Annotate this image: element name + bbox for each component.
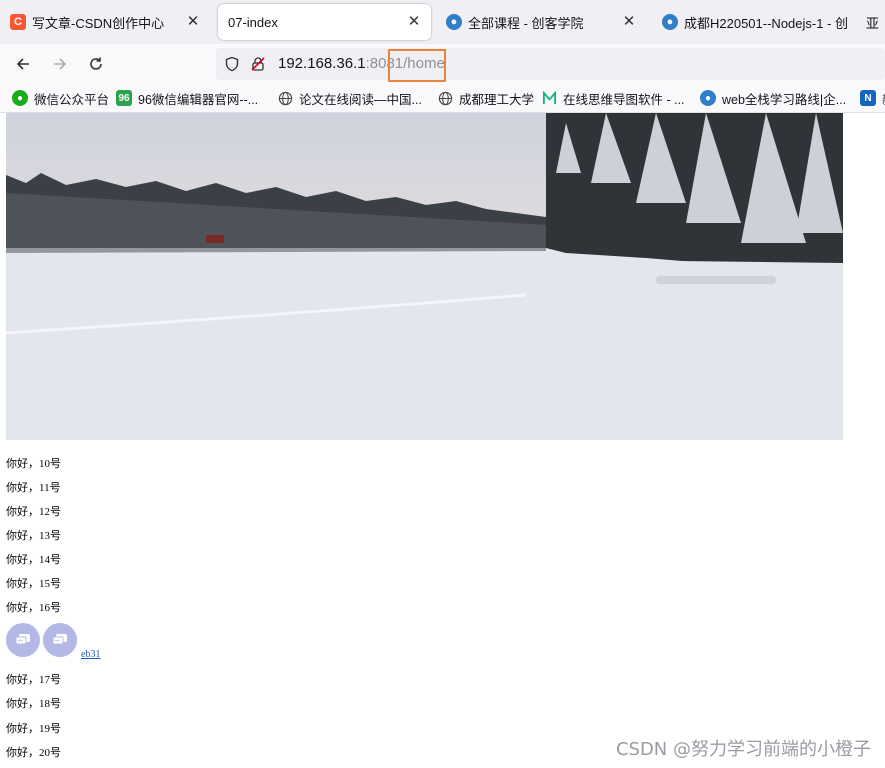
tab-strip: C 写文章-CSDN创作中心 ✕ 07-index ✕ ● 全部课程 - 创客学… [0,0,885,44]
mindmap-icon [541,90,557,106]
globe-icon [277,90,293,106]
watermark: CSDN @努力学习前端的小橙子 [615,739,871,760]
tab-partial[interactable]: 亚 [864,4,885,40]
tab-csdn[interactable]: C 写文章-CSDN创作中心 ✕ [0,4,210,40]
reload-icon [90,57,102,70]
tab-07-index[interactable]: 07-index ✕ [218,4,431,40]
greeting-line: 你好，19号 [6,723,61,735]
close-icon[interactable]: ✕ [620,13,638,31]
greeting-line: 你好，18号 [6,698,61,710]
url-path-highlight [388,49,446,82]
globe-icon [437,90,453,106]
bookmark-cdut[interactable]: 成都理工大学 [437,84,534,112]
tab-title: 亚 [866,15,880,31]
banner-image [6,113,843,440]
forward-button[interactable] [47,52,73,76]
url-host: 192.168.36.1 [278,55,366,72]
wechat-icon: ● [12,90,28,106]
tab-title: 全部课程 - 创客学院 [468,15,584,31]
bookmark-paper[interactable]: 论文在线阅读—中国... [277,84,422,112]
bookmark-label: 在线思维导图软件 - ... [563,92,685,107]
tab-title: 成都H220501--Nodejs-1 - 创 [684,15,849,31]
bookmark-label: 成都理工大学 [459,92,535,107]
bookmark-new[interactable]: N 新 [860,84,885,112]
bookmark-web-fullstack[interactable]: ● web全栈学习路线|企... [700,84,846,112]
back-button[interactable] [10,52,36,76]
greeting-line: 你好，12号 [6,506,61,518]
greeting-line: 你好，17号 [6,674,61,686]
bookmark-label: 96微信编辑器官网--... [138,92,259,107]
chat-avatar-icon[interactable] [6,623,40,657]
back-arrow-icon [16,58,29,70]
n-icon: N [860,90,876,106]
greeting-line: 你好，16号 [6,602,61,614]
chat-avatar-icon[interactable] [43,623,77,657]
tab-makerschool[interactable]: ● 全部课程 - 创客学院 ✕ [436,4,646,40]
makerschool-icon: ● [662,14,678,30]
bookmark-wechat[interactable]: ● 微信公众平台 [12,84,109,112]
page-content: 你好，10号 你好，11号 你好，12号 你好，13号 你好，14号 你好，15… [0,113,885,768]
greeting-line: 你好，15号 [6,578,61,590]
bookmark-label: 微信公众平台 [34,92,110,107]
tab-nodejs[interactable]: ● 成都H220501--Nodejs-1 - 创 [652,4,862,40]
bookmark-label: web全栈学习路线|企... [722,92,847,107]
bookmark-mindmap[interactable]: 在线思维导图软件 - ... [541,84,685,112]
greeting-line: 你好，14号 [6,554,61,566]
reload-button[interactable] [83,52,109,76]
bookmarks-bar: ● 微信公众平台 96 96微信编辑器官网--... 论文在线阅读—中国... … [0,84,885,113]
greeting-line: 你好，10号 [6,458,61,470]
greeting-line: 你好，11号 [6,482,61,494]
tab-title: 07-index [228,14,278,30]
insecure-lock-icon[interactable] [250,56,266,77]
shield-icon[interactable] [224,56,240,77]
makerschool-icon: ● [700,90,716,106]
csdn-icon: C [10,14,26,30]
close-icon[interactable]: ✕ [184,13,202,31]
forward-arrow-icon [54,58,67,70]
tab-title: 写文章-CSDN创作中心 [32,15,165,31]
makerschool-icon: ● [446,14,462,30]
address-bar[interactable]: 192.168.36.1:8081/home [216,48,885,80]
greeting-line: 你好，20号 [6,747,61,759]
greeting-line: 你好，13号 [6,530,61,542]
96-icon: 96 [116,90,132,106]
bookmark-96editor[interactable]: 96 96微信编辑器官网--... [116,84,258,112]
eb31-link[interactable]: eb31 [81,649,100,660]
bookmark-label: 论文在线阅读—中国... [299,92,422,107]
close-icon[interactable]: ✕ [405,13,423,31]
